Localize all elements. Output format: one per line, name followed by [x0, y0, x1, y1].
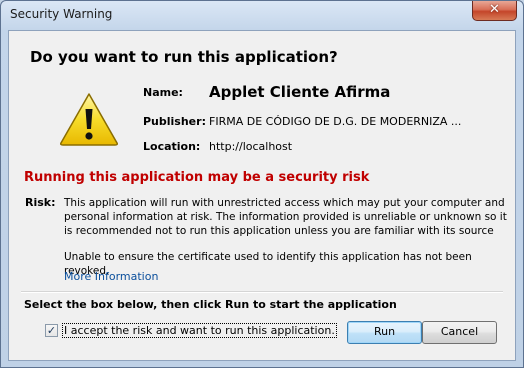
run-button-label: Run [373, 325, 396, 338]
location-value: http://localhost [209, 140, 293, 153]
location-label: Location: [143, 140, 201, 153]
risk-description: This application will run with unrestric… [64, 197, 507, 237]
risk-heading: Running this application may be a securi… [24, 170, 370, 185]
more-information-link[interactable]: More Information [64, 270, 158, 283]
dialog-heading: Do you want to run this application? [30, 48, 338, 66]
accept-risk-checkbox[interactable]: ✓ [45, 324, 58, 337]
close-button[interactable]: ✕ [472, 1, 517, 21]
accept-risk-label[interactable]: I accept the risk and want to run this a… [62, 323, 337, 338]
window-title: Security Warning [10, 7, 113, 21]
cancel-button-label: Cancel [440, 325, 479, 338]
risk-label: Risk: [25, 196, 56, 209]
run-button[interactable]: Run [347, 321, 422, 344]
close-icon: ✕ [489, 2, 500, 17]
dialog-body: Do you want to run this application? Nam… [8, 30, 516, 361]
instruction-text: Select the box below, then click Run to … [24, 298, 397, 311]
warning-triangle-icon [58, 91, 120, 150]
title-bar[interactable]: Security Warning ✕ [1, 1, 523, 27]
separator [21, 291, 503, 293]
cancel-button[interactable]: Cancel [422, 321, 497, 344]
security-warning-window: Security Warning ✕ Do you want to run th… [0, 0, 524, 368]
application-name: Applet Cliente Afirma [209, 83, 391, 101]
publisher-label: Publisher: [143, 115, 206, 128]
name-label: Name: [143, 86, 183, 99]
publisher-value: FIRMA DE CÓDIGO DE D.G. DE MODERNIZA ... [209, 115, 462, 128]
